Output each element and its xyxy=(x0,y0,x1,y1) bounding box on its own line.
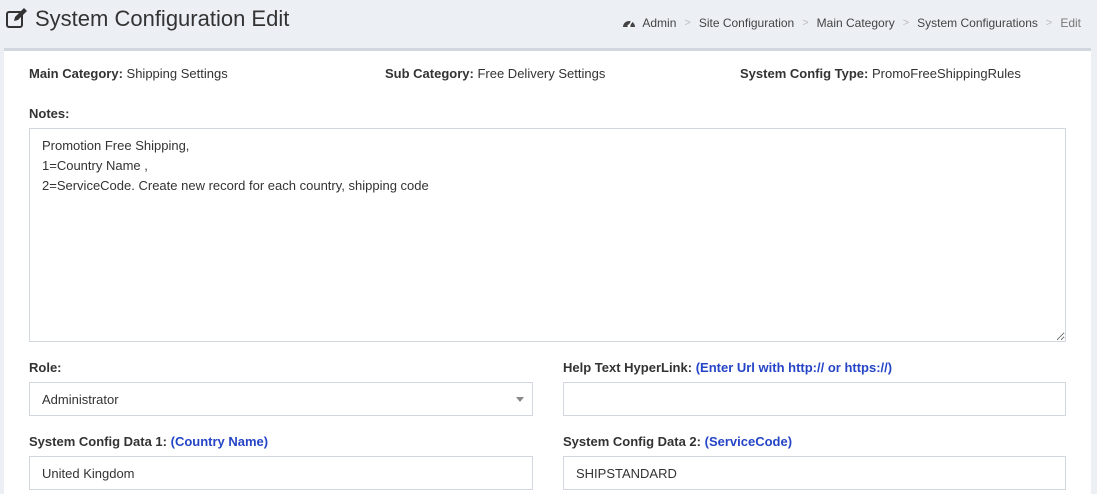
help-hyperlink-label: Help Text HyperLink: (Enter Url with htt… xyxy=(563,360,892,375)
sub-category-label: Sub Category: xyxy=(385,66,474,81)
role-select-value: Administrator xyxy=(42,392,119,407)
main-category-label: Main Category: xyxy=(29,66,123,81)
breadcrumb-separator: > xyxy=(684,17,691,29)
config-data-2-label-text: System Config Data 2: xyxy=(563,434,701,449)
breadcrumb-system-configurations[interactable]: System Configurations xyxy=(917,16,1038,30)
breadcrumb-main-category[interactable]: Main Category xyxy=(817,16,895,30)
config-data-2-label: System Config Data 2: (ServiceCode) xyxy=(563,434,792,449)
breadcrumb-separator: > xyxy=(802,17,809,29)
config-type-value: PromoFreeShippingRules xyxy=(871,66,1021,81)
breadcrumb-separator: > xyxy=(1045,17,1053,29)
role-label: Role: xyxy=(29,360,62,375)
breadcrumb-separator: > xyxy=(902,17,910,29)
help-hyperlink-label-text: Help Text HyperLink: xyxy=(563,360,693,375)
role-select[interactable]: Administrator xyxy=(29,382,533,416)
config-type-info: System Config Type: PromoFreeShippingRul… xyxy=(740,66,1021,81)
config-data-1-label: System Config Data 1: (Country Name) xyxy=(29,434,268,449)
dashboard-icon xyxy=(622,17,636,29)
page-title-text: System Configuration Edit xyxy=(35,6,290,31)
sub-category-value: Free Delivery Settings xyxy=(477,66,606,81)
config-data-1-hint: (Country Name) xyxy=(170,434,269,449)
breadcrumb-edit: Edit xyxy=(1060,16,1081,30)
config-type-label: System Config Type: xyxy=(740,66,869,81)
breadcrumb-admin[interactable]: Admin xyxy=(642,16,676,30)
breadcrumb-site-configuration[interactable]: Site Configuration xyxy=(699,16,794,30)
main-category-info: Main Category: Shipping Settings xyxy=(29,66,228,81)
help-hyperlink-input[interactable] xyxy=(563,382,1066,416)
page-title: System Configuration Edit xyxy=(5,6,289,32)
sub-category-info: Sub Category: Free Delivery Settings xyxy=(385,66,605,81)
config-form-box: Main Category: Shipping Settings Sub Cat… xyxy=(4,48,1091,494)
config-data-2-hint: (ServiceCode) xyxy=(704,434,793,449)
help-hyperlink-hint: (Enter Url with http:// or https://) xyxy=(695,360,893,375)
chevron-down-icon xyxy=(516,397,524,402)
main-category-value: Shipping Settings xyxy=(126,66,228,81)
config-data-1-label-text: System Config Data 1: xyxy=(29,434,167,449)
config-data-2-input[interactable] xyxy=(563,456,1066,490)
page-header: System Configuration Edit Admin > Site C… xyxy=(0,0,1097,48)
edit-icon xyxy=(5,7,29,31)
notes-textarea[interactable]: Promotion Free Shipping, 1=Country Name … xyxy=(29,128,1066,342)
notes-label: Notes: xyxy=(29,106,70,121)
breadcrumb: Admin > Site Configuration > Main Catego… xyxy=(622,16,1081,30)
config-data-1-input[interactable] xyxy=(29,456,533,490)
